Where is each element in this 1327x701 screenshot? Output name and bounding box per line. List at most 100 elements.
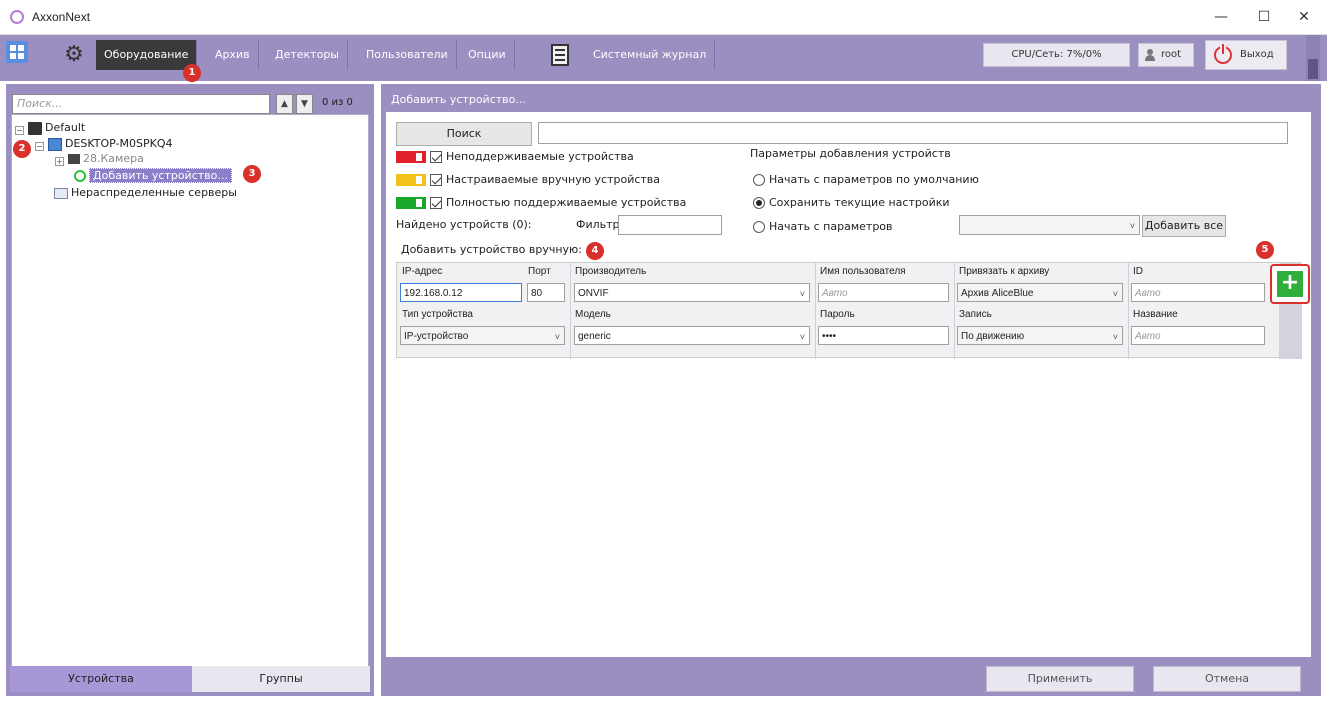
tab-devices[interactable]: Устройства	[10, 666, 192, 692]
id-input[interactable]: Авто	[1131, 283, 1265, 302]
radio-defaults-button[interactable]	[753, 174, 765, 186]
add-all-button[interactable]: Добавить все	[1142, 215, 1226, 237]
username-input[interactable]: Авто	[818, 283, 949, 302]
menu-hardware[interactable]: Оборудование	[96, 40, 198, 70]
exit-button[interactable]: Выход	[1205, 40, 1287, 70]
port-input[interactable]: 80	[527, 283, 565, 302]
device-tree: − Default − DESKTOP-M0SPKQ4 + 28.Камера …	[11, 114, 369, 671]
server-rack-icon	[28, 121, 42, 135]
radio-from-params-button[interactable]	[753, 221, 765, 233]
cpu-network-indicator: CPU/Сеть: 7%/0%	[983, 43, 1130, 67]
add-device-content: Поиск Неподдерживаемые устройства Настра…	[386, 112, 1311, 657]
power-icon	[1214, 44, 1232, 64]
step-badge-3: 3	[243, 165, 261, 183]
tree-node-server[interactable]: DESKTOP-M0SPKQ4	[48, 136, 172, 152]
search-prev-button[interactable]: ▲	[276, 94, 293, 114]
tree-node-add-device[interactable]: Добавить устройство...	[74, 168, 232, 184]
legend-full[interactable]: Полностью поддерживаемые устройства	[396, 196, 686, 209]
device-tree-panel: Поиск... ▲ ▼ 0 из 0 − Default − DESKTOP-…	[6, 84, 374, 696]
full-checkbox[interactable]	[430, 197, 442, 209]
filter-input[interactable]	[618, 215, 722, 235]
ip-input[interactable]: 192.168.0.12	[400, 283, 522, 302]
archive-select[interactable]: Архив AliceBlue ˅	[957, 283, 1123, 302]
expand-toggle[interactable]: +	[55, 157, 64, 166]
collapse-toggle[interactable]: −	[35, 142, 44, 151]
close-button[interactable]: ✕	[1287, 6, 1321, 28]
gear-icon[interactable]: ⚙	[56, 38, 92, 72]
maximize-button[interactable]: ☐	[1247, 6, 1281, 28]
step-badge-5: 5	[1256, 241, 1274, 259]
model-select[interactable]: generic ˅	[574, 326, 810, 345]
search-devices-button[interactable]: Поиск	[396, 122, 532, 146]
app-icon	[10, 10, 24, 24]
radio-keep-button[interactable]	[753, 197, 765, 209]
username-label: Имя пользователя	[820, 266, 906, 277]
radio-from-params[interactable]: Начать с параметров	[753, 220, 893, 233]
ip-label: IP-адрес	[402, 266, 443, 277]
title-bar: AxxonNext — ☐ ✕	[0, 0, 1327, 35]
manual-add-title: Добавить устройство вручную:	[401, 243, 583, 256]
params-title: Параметры добавления устройств	[750, 147, 951, 160]
password-input[interactable]: ••••	[818, 326, 949, 345]
green-camera-icon	[396, 197, 426, 209]
collapse-toggle[interactable]: −	[15, 126, 24, 135]
menu-archive[interactable]: Архив	[207, 40, 259, 70]
journal-icon[interactable]	[551, 44, 569, 66]
model-label: Модель	[575, 309, 611, 320]
search-progress-field	[538, 122, 1288, 144]
tree-node-unassigned-servers[interactable]: Нераспределенные серверы	[54, 185, 237, 201]
name-label: Название	[1133, 309, 1178, 320]
port-label: Порт	[528, 266, 551, 277]
radio-defaults[interactable]: Начать с параметров по умолчанию	[753, 173, 979, 186]
menu-scrollbar[interactable]	[1306, 35, 1320, 81]
windows-grid-icon[interactable]	[6, 41, 28, 63]
device-type-label: Тип устройства	[402, 309, 473, 320]
password-label: Пароль	[820, 309, 855, 320]
computer-icon	[48, 137, 62, 151]
tree-node-camera[interactable]: 28.Камера	[68, 151, 144, 167]
tab-groups[interactable]: Группы	[192, 666, 370, 692]
step-badge-2: 2	[13, 140, 31, 158]
radio-keep[interactable]: Сохранить текущие настройки	[753, 196, 950, 209]
legend-manual[interactable]: Настраиваемые вручную устройства	[396, 173, 660, 186]
camera-icon	[68, 154, 80, 164]
user-button[interactable]: root	[1138, 43, 1194, 67]
apply-button[interactable]: Применить	[986, 666, 1134, 692]
monitor-icon	[54, 187, 68, 199]
record-select[interactable]: По движению ˅	[957, 326, 1123, 345]
add-device-button[interactable]: +	[1270, 264, 1310, 304]
menu-users[interactable]: Пользователи	[358, 40, 457, 70]
yellow-camera-icon	[396, 174, 426, 186]
exit-label: Выход	[1240, 49, 1274, 60]
panel-title: Добавить устройство...	[386, 88, 1311, 112]
menu-options[interactable]: Опции	[460, 40, 515, 70]
manual-checkbox[interactable]	[430, 174, 442, 186]
search-next-button[interactable]: ▼	[296, 94, 313, 114]
name-input[interactable]: Авто	[1131, 326, 1265, 345]
menu-system-journal[interactable]: Системный журнал	[585, 40, 716, 70]
device-type-select[interactable]: IP-устройство ˅	[400, 326, 565, 345]
plus-icon: +	[1277, 271, 1303, 297]
vendor-select[interactable]: ONVIF ˅	[574, 283, 810, 302]
minimize-button[interactable]: —	[1204, 6, 1238, 28]
add-device-panel: Добавить устройство... Поиск Неподдержив…	[381, 84, 1321, 696]
user-name: root	[1161, 49, 1182, 60]
manual-add-form: IP-адрес Порт 192.168.0.12 80 Производит…	[396, 262, 1302, 359]
archive-label: Привязать к архиву	[959, 266, 1050, 277]
search-icon	[74, 170, 86, 182]
step-badge-4: 4	[586, 242, 604, 260]
filter-label: Фильтр:	[576, 218, 624, 231]
cancel-button[interactable]: Отмена	[1153, 666, 1301, 692]
preset-select[interactable]: ˅	[959, 215, 1140, 235]
step-badge-1: 1	[183, 64, 201, 82]
legend-unsupported[interactable]: Неподдерживаемые устройства	[396, 150, 634, 163]
tree-search-input[interactable]: Поиск...	[12, 94, 270, 114]
unsupported-checkbox[interactable]	[430, 151, 442, 163]
tree-node-default[interactable]: Default	[28, 120, 85, 136]
record-label: Запись	[959, 309, 992, 320]
menu-detectors[interactable]: Детекторы	[267, 40, 348, 70]
id-label: ID	[1133, 266, 1143, 277]
user-icon	[1144, 49, 1156, 61]
search-counter: 0 из 0	[322, 97, 353, 108]
window-title: AxxonNext	[32, 10, 91, 24]
